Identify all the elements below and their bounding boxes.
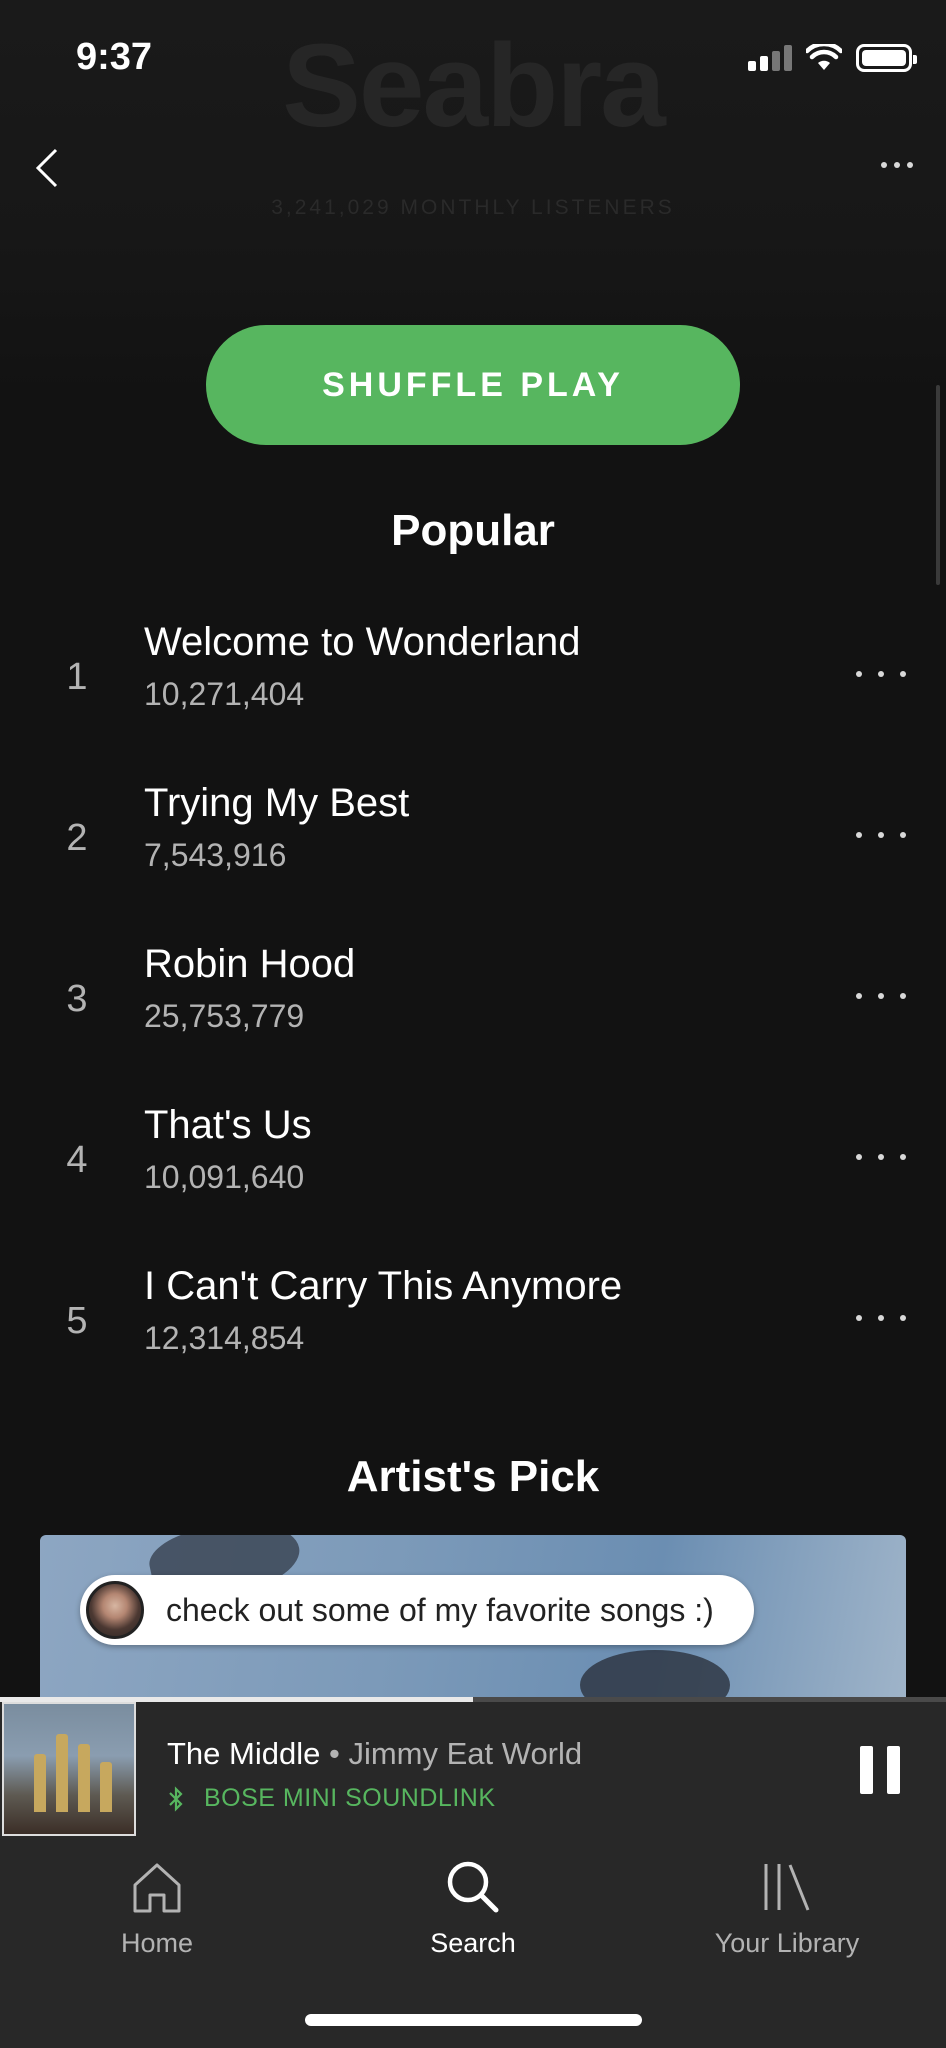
tab-home[interactable]: Home [47, 1852, 267, 1959]
home-icon [133, 1863, 181, 1913]
track-title: That's Us [144, 1103, 312, 1147]
track-more-button[interactable] [856, 825, 906, 845]
track-more-button[interactable] [856, 986, 906, 1006]
track-title: I Can't Carry This Anymore [144, 1264, 623, 1308]
track-more-button[interactable] [856, 664, 906, 684]
scroll-indicator [936, 385, 940, 585]
track-play-count: 10,271,404 [144, 676, 305, 712]
track-row[interactable]: 2 Trying My Best 7,543,916 [0, 781, 946, 931]
cellular-signal-icon [748, 45, 792, 71]
popular-heading: Popular [391, 506, 555, 555]
now-playing-separator: • [320, 1736, 349, 1771]
pause-button[interactable] [860, 1746, 900, 1794]
now-playing-title: The Middle • Jimmy Eat World [167, 1736, 582, 1772]
monthly-listeners: 3,241,029 MONTHLY LISTENERS [271, 196, 675, 219]
status-time: 9:37 [76, 36, 153, 78]
track-rank: 3 [66, 978, 88, 1020]
tab-search[interactable]: Search [363, 1852, 583, 1959]
track-rank: 2 [66, 817, 88, 859]
tab-search-label: Search [430, 1928, 516, 1958]
track-rank: 5 [66, 1300, 88, 1342]
track-title: Welcome to Wonderland [144, 620, 581, 664]
home-indicator[interactable] [305, 2014, 642, 2026]
track-rank: 4 [66, 1139, 88, 1181]
now-playing-bar[interactable]: The Middle • Jimmy Eat World BOSE MINI S… [0, 1702, 946, 1838]
more-options-button[interactable] [872, 150, 922, 180]
chevron-left-icon [35, 148, 58, 188]
artists-pick-heading: Artist's Pick [346, 1452, 600, 1501]
tab-library[interactable]: Your Library [677, 1852, 897, 1959]
artists-pick-message: check out some of my favorite songs :) [80, 1575, 754, 1645]
track-play-count: 10,091,640 [144, 1159, 305, 1195]
track-more-button[interactable] [856, 1147, 906, 1167]
tab-library-label: Your Library [714, 1928, 860, 1958]
artists-pick-text: check out some of my favorite songs :) [166, 1591, 714, 1628]
now-playing-artist: Jimmy Eat World [348, 1736, 583, 1771]
track-row[interactable]: 4 That's Us 10,091,640 [0, 1103, 946, 1253]
track-title: Robin Hood [144, 942, 356, 986]
track-row[interactable]: 5 I Can't Carry This Anymore 12,314,854 [0, 1264, 946, 1414]
album-art [2, 1702, 136, 1836]
library-icon [764, 1864, 810, 1911]
track-row[interactable]: 3 Robin Hood 25,753,779 [0, 942, 946, 1092]
artist-avatar [86, 1581, 144, 1639]
status-icons [748, 44, 917, 72]
now-playing-track: The Middle [167, 1736, 321, 1771]
pause-icon [860, 1746, 873, 1794]
track-play-count: 7,543,916 [144, 837, 287, 873]
device-name: BOSE MINI SOUNDLINK [204, 1784, 496, 1812]
pick-image-shape [580, 1650, 730, 1700]
wifi-icon [806, 44, 842, 70]
tab-home-label: Home [120, 1928, 194, 1958]
track-play-count: 25,753,779 [144, 998, 305, 1034]
track-rank: 1 [66, 656, 88, 698]
connected-device[interactable]: BOSE MINI SOUNDLINK [168, 1784, 496, 1813]
bluetooth-icon [169, 1785, 183, 1812]
track-more-button[interactable] [856, 1308, 906, 1328]
battery-icon [856, 44, 917, 72]
track-title: Trying My Best [144, 781, 410, 825]
track-play-count: 12,314,854 [144, 1320, 305, 1356]
back-button[interactable] [30, 146, 70, 190]
shuffle-play-button[interactable]: SHUFFLE PLAY [206, 325, 740, 445]
artists-pick-card[interactable]: check out some of my favorite songs :) [40, 1535, 906, 1700]
search-icon [447, 1861, 499, 1913]
track-row[interactable]: 1 Welcome to Wonderland 10,271,404 [0, 620, 946, 770]
